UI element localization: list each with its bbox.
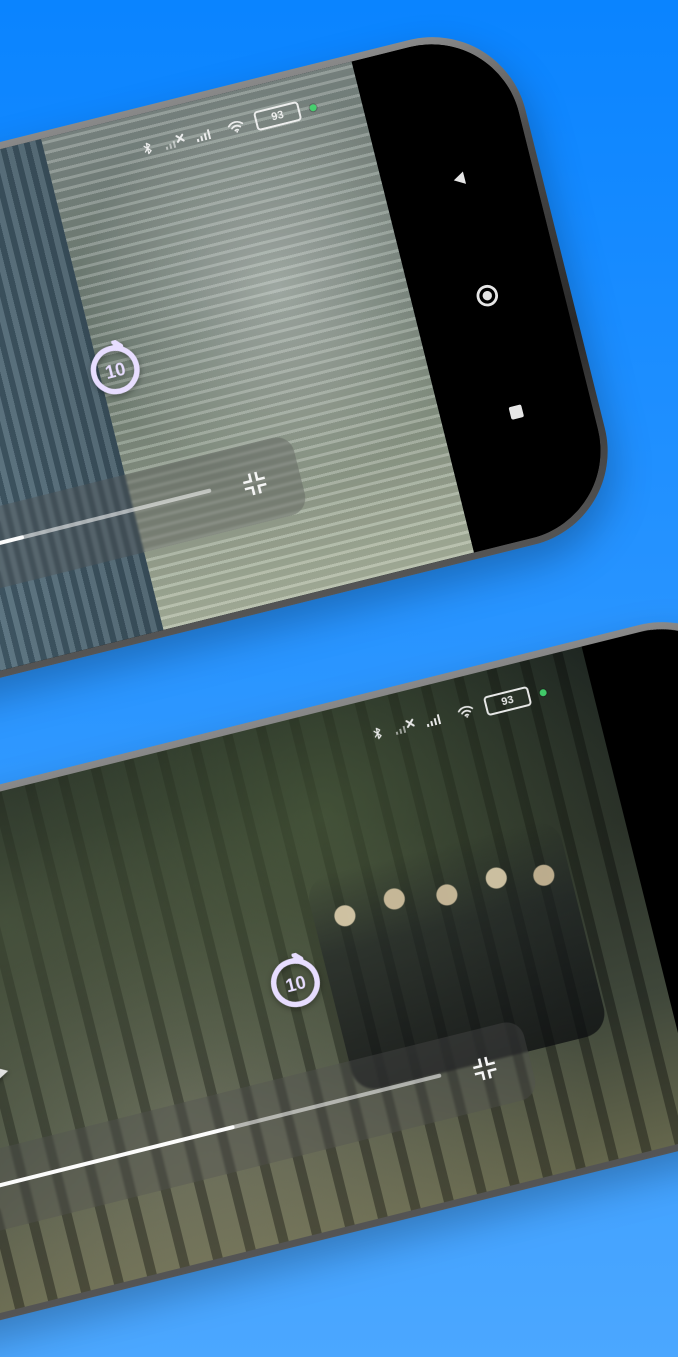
phone-screen: 93 10	[0, 25, 620, 755]
back-button[interactable]	[434, 155, 482, 203]
promo-stage: 93 10 93 10	[0, 0, 678, 1357]
signal-strength-icon	[193, 125, 218, 144]
mobile-signal-icon	[162, 132, 187, 151]
exit-fullscreen-button[interactable]	[458, 1042, 511, 1095]
seek-progress	[0, 535, 25, 616]
privacy-dot	[538, 687, 548, 697]
bluetooth-icon	[139, 140, 156, 157]
bluetooth-icon	[369, 725, 386, 742]
signal-strength-icon	[423, 710, 448, 729]
back-button[interactable]	[664, 740, 678, 788]
svg-text:10: 10	[103, 359, 127, 383]
svg-text:10: 10	[284, 972, 308, 996]
battery-percent: 93	[500, 693, 515, 708]
wifi-icon	[224, 117, 247, 135]
phone-screen: 93 10	[0, 610, 678, 1340]
wifi-icon	[454, 702, 477, 720]
recents-button[interactable]	[492, 388, 540, 436]
home-button[interactable]	[463, 271, 511, 319]
exit-fullscreen-button[interactable]	[228, 457, 281, 510]
video-frame: 93 10	[0, 646, 678, 1340]
phone-mockup-bottom: 93 10	[0, 601, 678, 1349]
battery-percent: 93	[270, 108, 285, 123]
privacy-dot	[308, 102, 318, 112]
mobile-signal-icon	[392, 717, 417, 736]
